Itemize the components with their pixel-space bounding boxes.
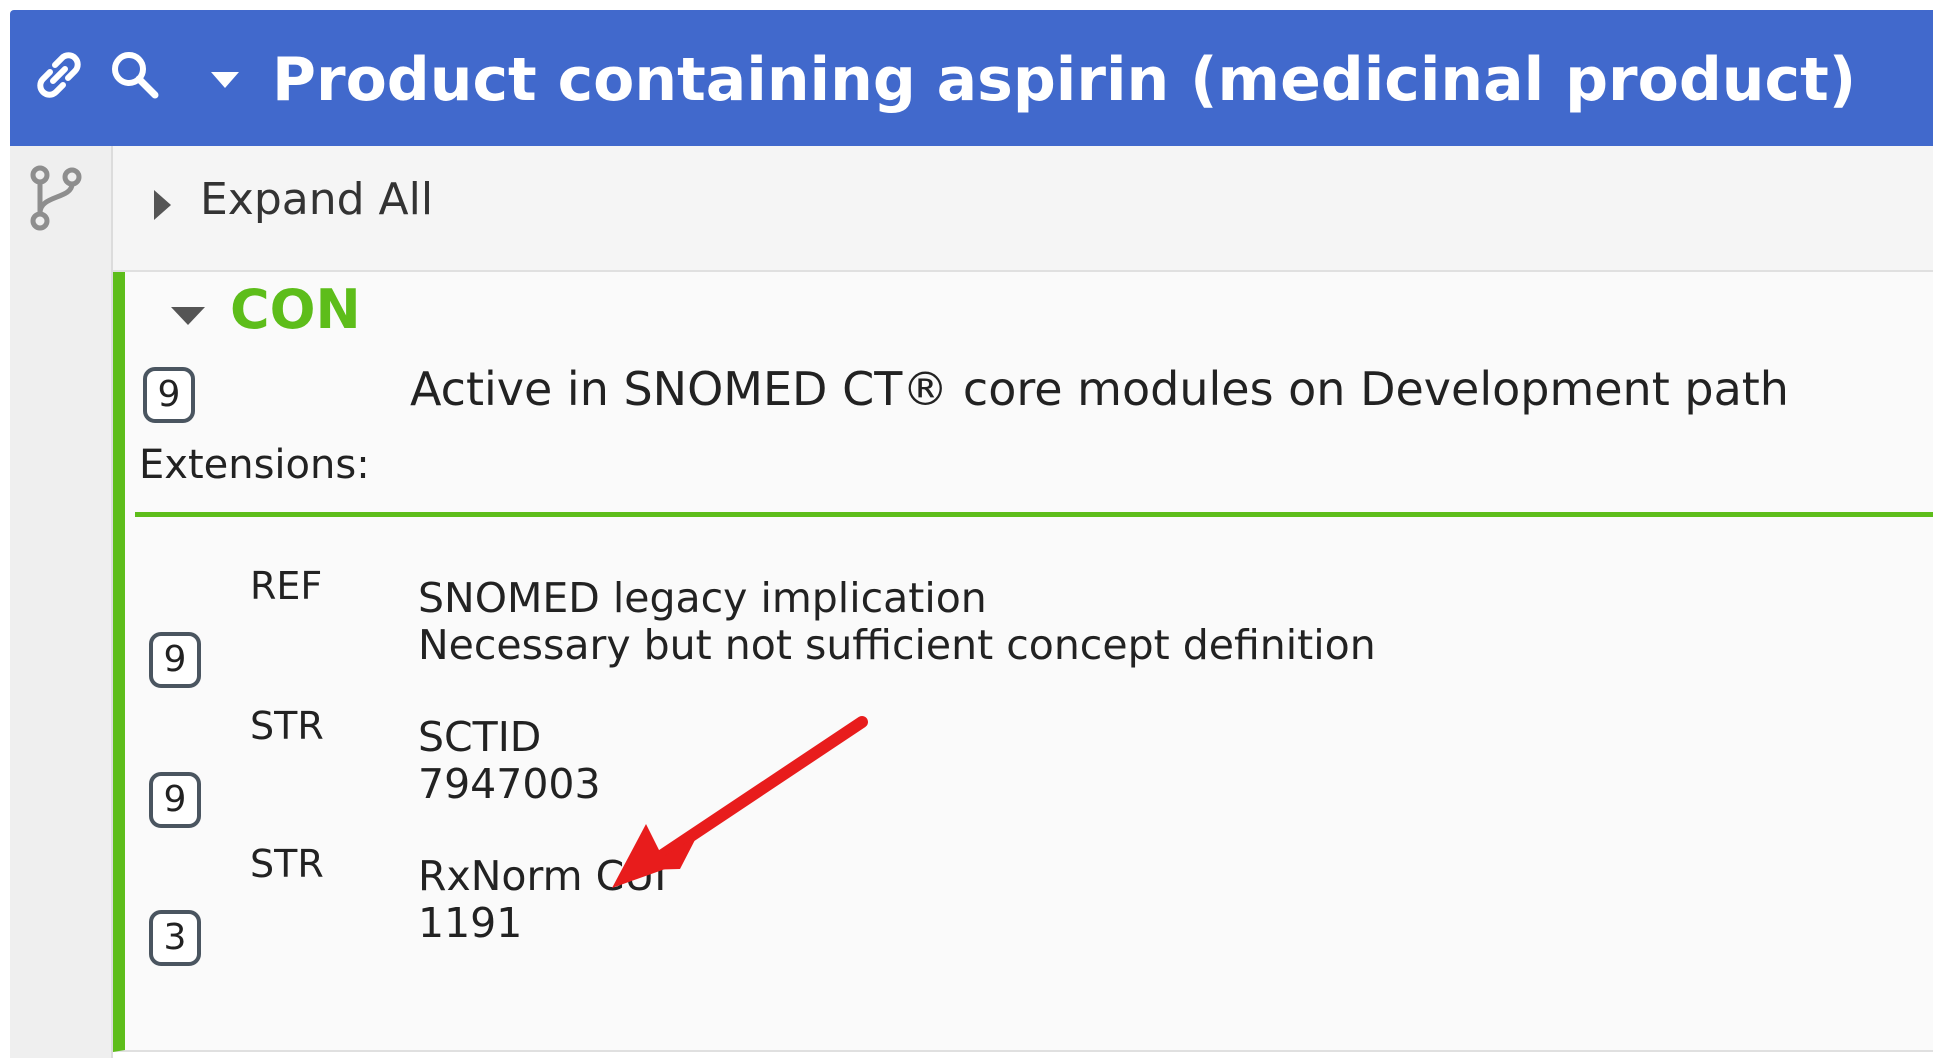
expand-all-button[interactable]: Expand All xyxy=(200,174,433,225)
version-badge: 9 xyxy=(149,632,201,688)
version-badge: 3 xyxy=(149,910,201,966)
extension-name: RxNorm CUI xyxy=(418,852,667,900)
concept-status: Active in SNOMED CT® core modules on Dev… xyxy=(410,362,1789,416)
extension-type: REF xyxy=(250,564,323,608)
search-icon[interactable] xyxy=(100,40,170,110)
caret-right-icon[interactable] xyxy=(147,180,177,230)
version-badge: 9 xyxy=(143,367,195,423)
expand-all-row[interactable]: Expand All xyxy=(113,146,1933,272)
extension-value: 1191 xyxy=(418,899,523,947)
extensions-divider xyxy=(135,512,1933,517)
extension-type: STR xyxy=(250,842,324,886)
version-badge: 9 xyxy=(149,772,201,828)
extension-name: SNOMED legacy implication xyxy=(418,574,987,622)
git-branch-icon[interactable] xyxy=(24,162,88,234)
caret-down-icon[interactable] xyxy=(163,286,213,346)
extensions-label: Extensions: xyxy=(139,442,370,488)
concept-section: CON 9 Active in SNOMED CT® core modules … xyxy=(113,272,1933,1052)
sidebar xyxy=(10,146,111,1058)
extension-name: SCTID xyxy=(418,713,542,761)
extension-value: Necessary but not sufficient concept def… xyxy=(418,621,1376,669)
caret-down-icon[interactable] xyxy=(200,55,250,105)
concept-header-bar: Product containing aspirin (medicinal pr… xyxy=(10,10,1933,146)
concept-detail-panel: Expand All CON 9 Active in SNOMED CT® co… xyxy=(111,146,1933,1058)
extension-value: 7947003 xyxy=(418,760,601,808)
concept-type-label: CON xyxy=(230,278,361,341)
concept-title: Product containing aspirin (medicinal pr… xyxy=(272,45,1857,115)
link-icon[interactable] xyxy=(24,40,94,110)
extension-type: STR xyxy=(250,704,324,748)
